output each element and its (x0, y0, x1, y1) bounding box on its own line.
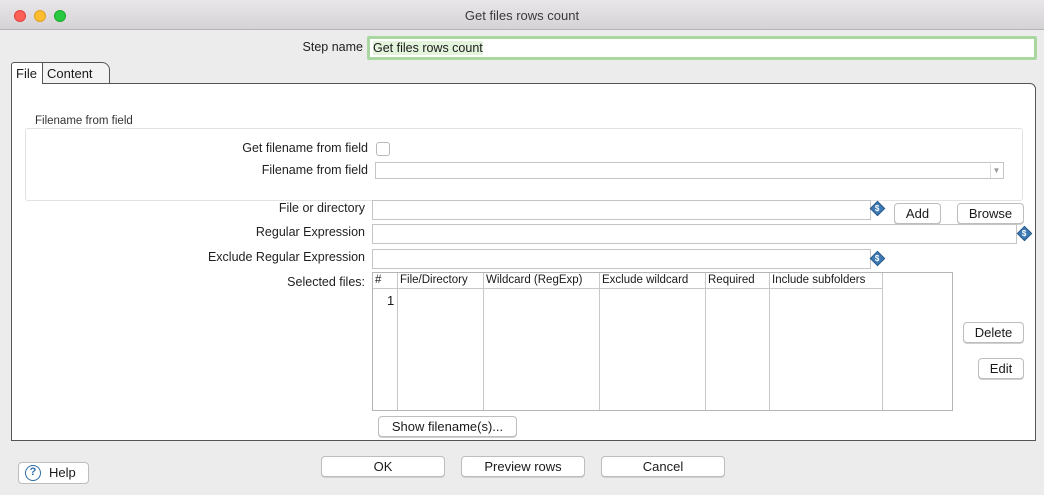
selected-files-table[interactable]: # File/Directory Wildcard (RegExp) Exclu… (372, 272, 953, 411)
table-column (484, 289, 600, 410)
column-header-number[interactable]: # (373, 273, 398, 289)
column-header-exclude-wildcard[interactable]: Exclude wildcard (600, 273, 706, 289)
help-label: Help (49, 465, 76, 480)
window-titlebar: Get files rows count (0, 0, 1044, 30)
cancel-button[interactable]: Cancel (601, 456, 725, 477)
delete-button[interactable]: Delete (963, 322, 1024, 343)
exclude-regular-expression-input[interactable] (372, 249, 871, 269)
variable-icon[interactable]: $ (1016, 225, 1033, 242)
table-column (706, 289, 770, 410)
window-title: Get files rows count (464, 8, 580, 23)
table-column (600, 289, 706, 410)
ok-button[interactable]: OK (321, 456, 445, 477)
column-header-wildcard[interactable]: Wildcard (RegExp) (484, 273, 600, 289)
file-tab-panel: Filename from field Get filename from fi… (11, 83, 1036, 441)
help-icon: ? (25, 465, 41, 481)
exclude-regular-expression-label: Exclude Regular Expression (207, 250, 365, 264)
show-filenames-button[interactable]: Show filename(s)... (378, 416, 517, 437)
table-column (373, 289, 398, 410)
step-name-value: Get files rows count (373, 41, 483, 55)
file-or-directory-input[interactable] (372, 200, 871, 220)
table-row-number[interactable]: 1 (387, 293, 394, 308)
get-filename-from-field-checkbox[interactable] (376, 142, 390, 156)
step-name-label: Step name (302, 40, 363, 54)
preview-rows-button[interactable]: Preview rows (461, 456, 585, 477)
column-header-file-directory[interactable]: File/Directory (398, 273, 484, 289)
filename-from-field-label: Filename from field (261, 163, 368, 177)
chevron-down-icon[interactable]: ▼ (990, 164, 1002, 178)
variable-icon[interactable]: $ (869, 200, 886, 217)
table-column (398, 289, 484, 410)
tab-file[interactable]: File (11, 62, 43, 84)
filename-from-field-group-title: Filename from field (35, 115, 133, 127)
column-header-required[interactable]: Required (706, 273, 770, 289)
tab-content[interactable]: Content (43, 62, 110, 84)
variable-icon[interactable]: $ (869, 250, 886, 267)
column-header-include-subfolders[interactable]: Include subfolders (770, 273, 883, 289)
file-or-directory-label: File or directory (278, 201, 365, 215)
step-name-input[interactable]: Get files rows count (367, 36, 1037, 60)
dialog-content: Step name Get files rows count File Cont… (0, 30, 1044, 495)
add-button[interactable]: Add (894, 203, 941, 224)
filename-from-field-combo[interactable]: ▼ (375, 162, 1004, 179)
regular-expression-label: Regular Expression (255, 225, 365, 239)
browse-button[interactable]: Browse (957, 203, 1024, 224)
regular-expression-input[interactable] (372, 224, 1017, 244)
help-button[interactable]: ? Help (18, 462, 89, 484)
tab-container: File Content Filename from field Get fil… (11, 62, 1036, 441)
selected-files-label: Selected files: (287, 275, 365, 289)
table-column (770, 289, 883, 410)
edit-button[interactable]: Edit (978, 358, 1024, 379)
get-filename-from-field-label: Get filename from field (242, 141, 368, 155)
